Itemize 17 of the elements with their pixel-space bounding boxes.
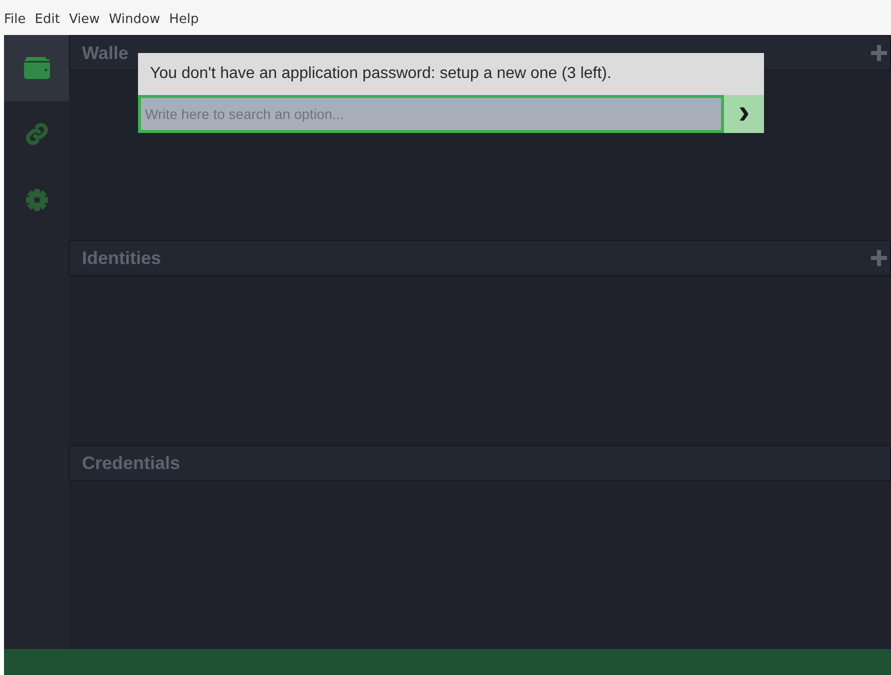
submit-button[interactable]: › [724, 95, 764, 133]
wallet-icon [22, 56, 50, 80]
menu-item[interactable]: Window [108, 12, 160, 27]
plus-icon[interactable] [870, 44, 888, 62]
menu-item[interactable]: Edit [34, 12, 60, 27]
settings-icon [24, 188, 48, 212]
menu-item[interactable]: Help [169, 12, 199, 27]
section-title: Walle [82, 42, 128, 64]
section-title: Identities [82, 248, 162, 268]
prompt-message: You don't have an application password: setup a new one (3 left). [138, 53, 764, 95]
search-field[interactable]: Write here to search an option... [138, 95, 724, 133]
section-title: Credentials [82, 452, 180, 474]
plus-icon[interactable] [870, 249, 888, 267]
menu-item[interactable]: View [68, 12, 100, 27]
link-icon [24, 122, 48, 146]
sidebar-item[interactable] [4, 35, 69, 101]
menu-item[interactable]: File [4, 12, 26, 27]
